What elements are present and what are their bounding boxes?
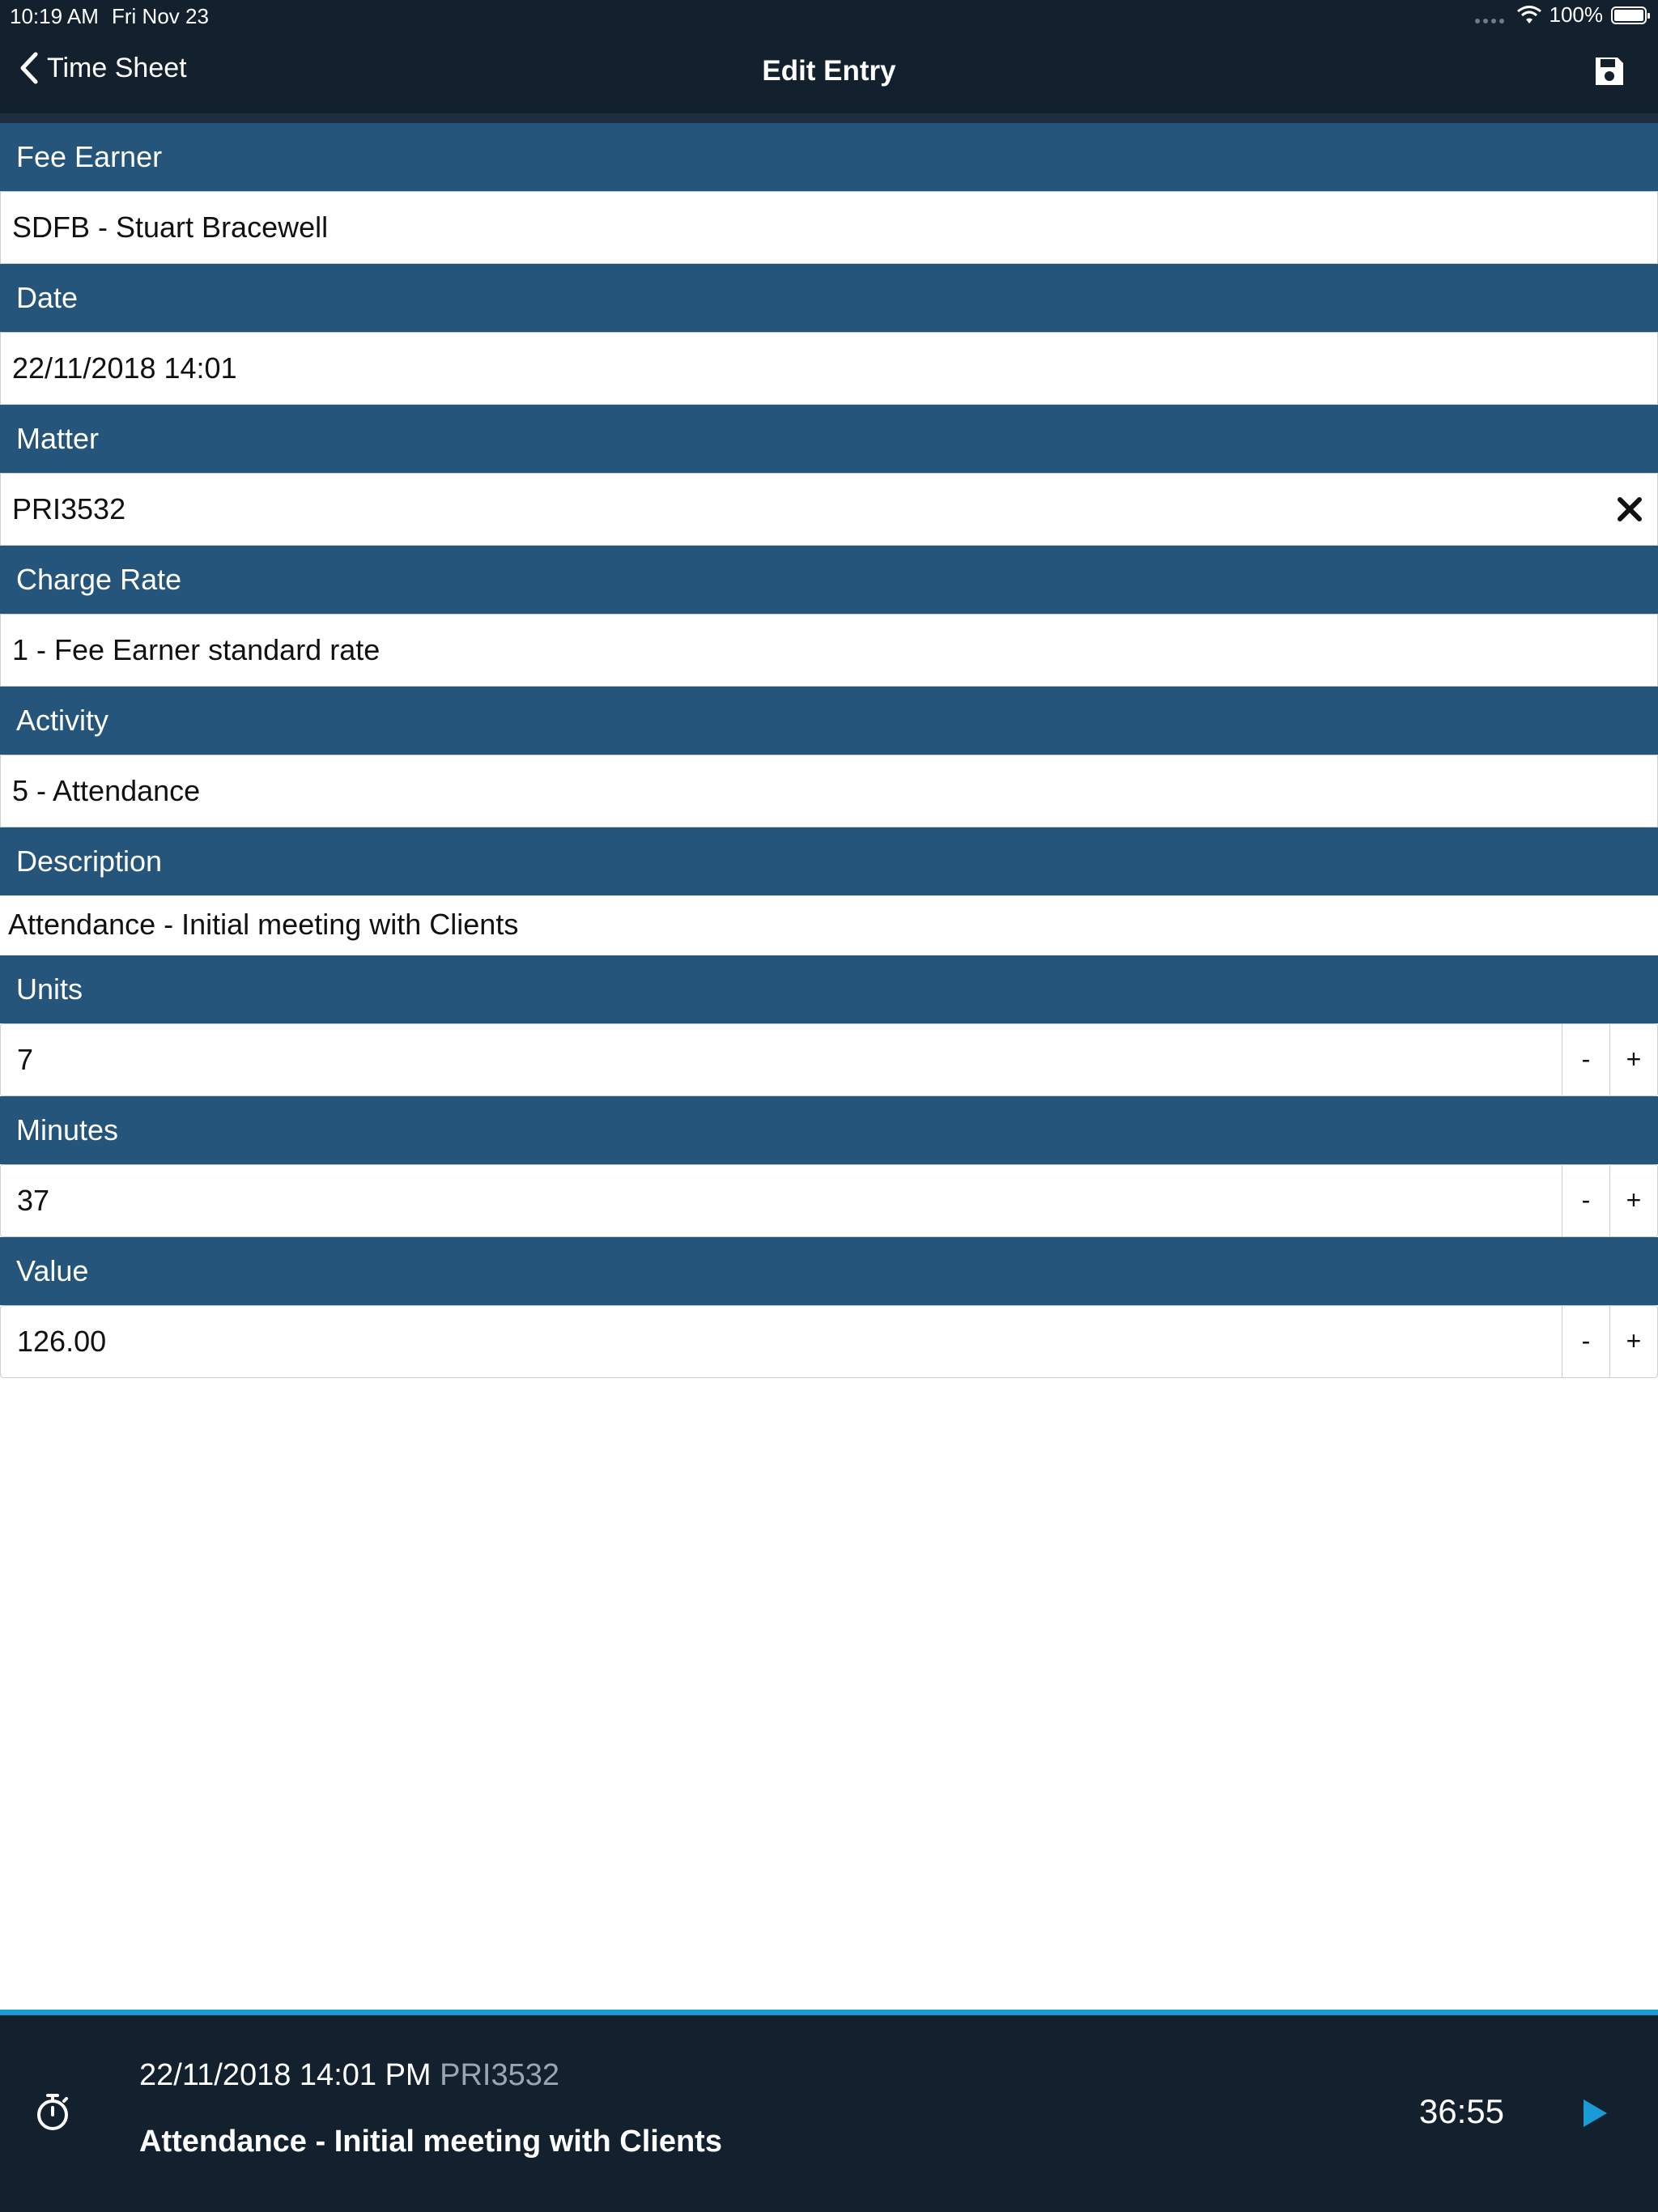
activity-header: Activity bbox=[0, 687, 1658, 755]
units-header: Units bbox=[0, 955, 1658, 1023]
edit-entry-form: Fee Earner SDFB - Stuart Bracewell Date … bbox=[0, 123, 1658, 1378]
timer-datetime: 22/11/2018 14:01 PM bbox=[139, 2058, 432, 2092]
minutes-header: Minutes bbox=[0, 1096, 1658, 1164]
close-icon[interactable] bbox=[1613, 493, 1646, 525]
minutes-decrement-button[interactable]: - bbox=[1562, 1165, 1609, 1236]
value-header: Value bbox=[0, 1237, 1658, 1305]
value-increment-button[interactable]: + bbox=[1609, 1306, 1657, 1377]
units-increment-button[interactable]: + bbox=[1609, 1024, 1657, 1095]
signal-dots-icon bbox=[1474, 7, 1504, 23]
units-decrement-button[interactable]: - bbox=[1562, 1024, 1609, 1095]
running-timer-bar[interactable]: 22/11/2018 14:01 PM PRI3532 Attendance -… bbox=[0, 2010, 1658, 2212]
page-title: Edit Entry bbox=[762, 55, 896, 87]
value-decrement-button[interactable]: - bbox=[1562, 1306, 1609, 1377]
units-input[interactable]: 7 bbox=[1, 1024, 1562, 1095]
charge-rate-header: Charge Rate bbox=[0, 546, 1658, 614]
wifi-icon bbox=[1516, 5, 1541, 23]
description-header: Description bbox=[0, 827, 1658, 895]
play-icon[interactable] bbox=[1580, 2097, 1609, 2129]
timer-bar-accent bbox=[0, 2010, 1658, 2015]
battery-icon bbox=[1611, 6, 1650, 24]
minutes-input[interactable]: 37 bbox=[1, 1165, 1562, 1236]
activity-field[interactable]: 5 - Attendance bbox=[0, 755, 1658, 827]
units-stepper: 7 - + bbox=[0, 1023, 1658, 1096]
stopwatch-icon bbox=[37, 2094, 68, 2130]
value-input[interactable]: 126.00 bbox=[1, 1306, 1562, 1377]
charge-rate-field[interactable]: 1 - Fee Earner standard rate bbox=[0, 614, 1658, 687]
minutes-stepper: 37 - + bbox=[0, 1164, 1658, 1237]
status-date: Fri Nov 23 bbox=[112, 4, 209, 28]
timer-elapsed: 36:55 bbox=[1418, 2092, 1504, 2130]
description-field[interactable]: Attendance - Initial meeting with Client… bbox=[0, 895, 1658, 955]
matter-field[interactable]: PRI3532 bbox=[0, 473, 1658, 546]
status-bar: 10:19 AM Fri Nov 23 100% bbox=[0, 0, 1658, 32]
date-header: Date bbox=[0, 264, 1658, 332]
battery-percent: 100% bbox=[1549, 2, 1604, 27]
floppy-disk-icon[interactable] bbox=[1593, 55, 1626, 87]
timer-description: Attendance - Initial meeting with Client… bbox=[139, 2125, 722, 2159]
fee-earner-field[interactable]: SDFB - Stuart Bracewell bbox=[0, 191, 1658, 264]
matter-value: PRI3532 bbox=[12, 492, 126, 525]
timer-matter: PRI3532 bbox=[440, 2058, 560, 2092]
nav-divider bbox=[0, 113, 1658, 123]
status-time: 10:19 AM bbox=[10, 4, 99, 28]
navigation-bar: Time Sheet Edit Entry bbox=[0, 32, 1658, 113]
value-stepper: 126.00 - + bbox=[0, 1305, 1658, 1378]
timer-entry-summary: 22/11/2018 14:01 PM PRI3532 bbox=[139, 2058, 559, 2093]
matter-header: Matter bbox=[0, 405, 1658, 473]
fee-earner-header: Fee Earner bbox=[0, 123, 1658, 191]
minutes-increment-button[interactable]: + bbox=[1609, 1165, 1657, 1236]
status-right: 100% bbox=[1474, 2, 1650, 28]
date-field[interactable]: 22/11/2018 14:01 bbox=[0, 332, 1658, 405]
